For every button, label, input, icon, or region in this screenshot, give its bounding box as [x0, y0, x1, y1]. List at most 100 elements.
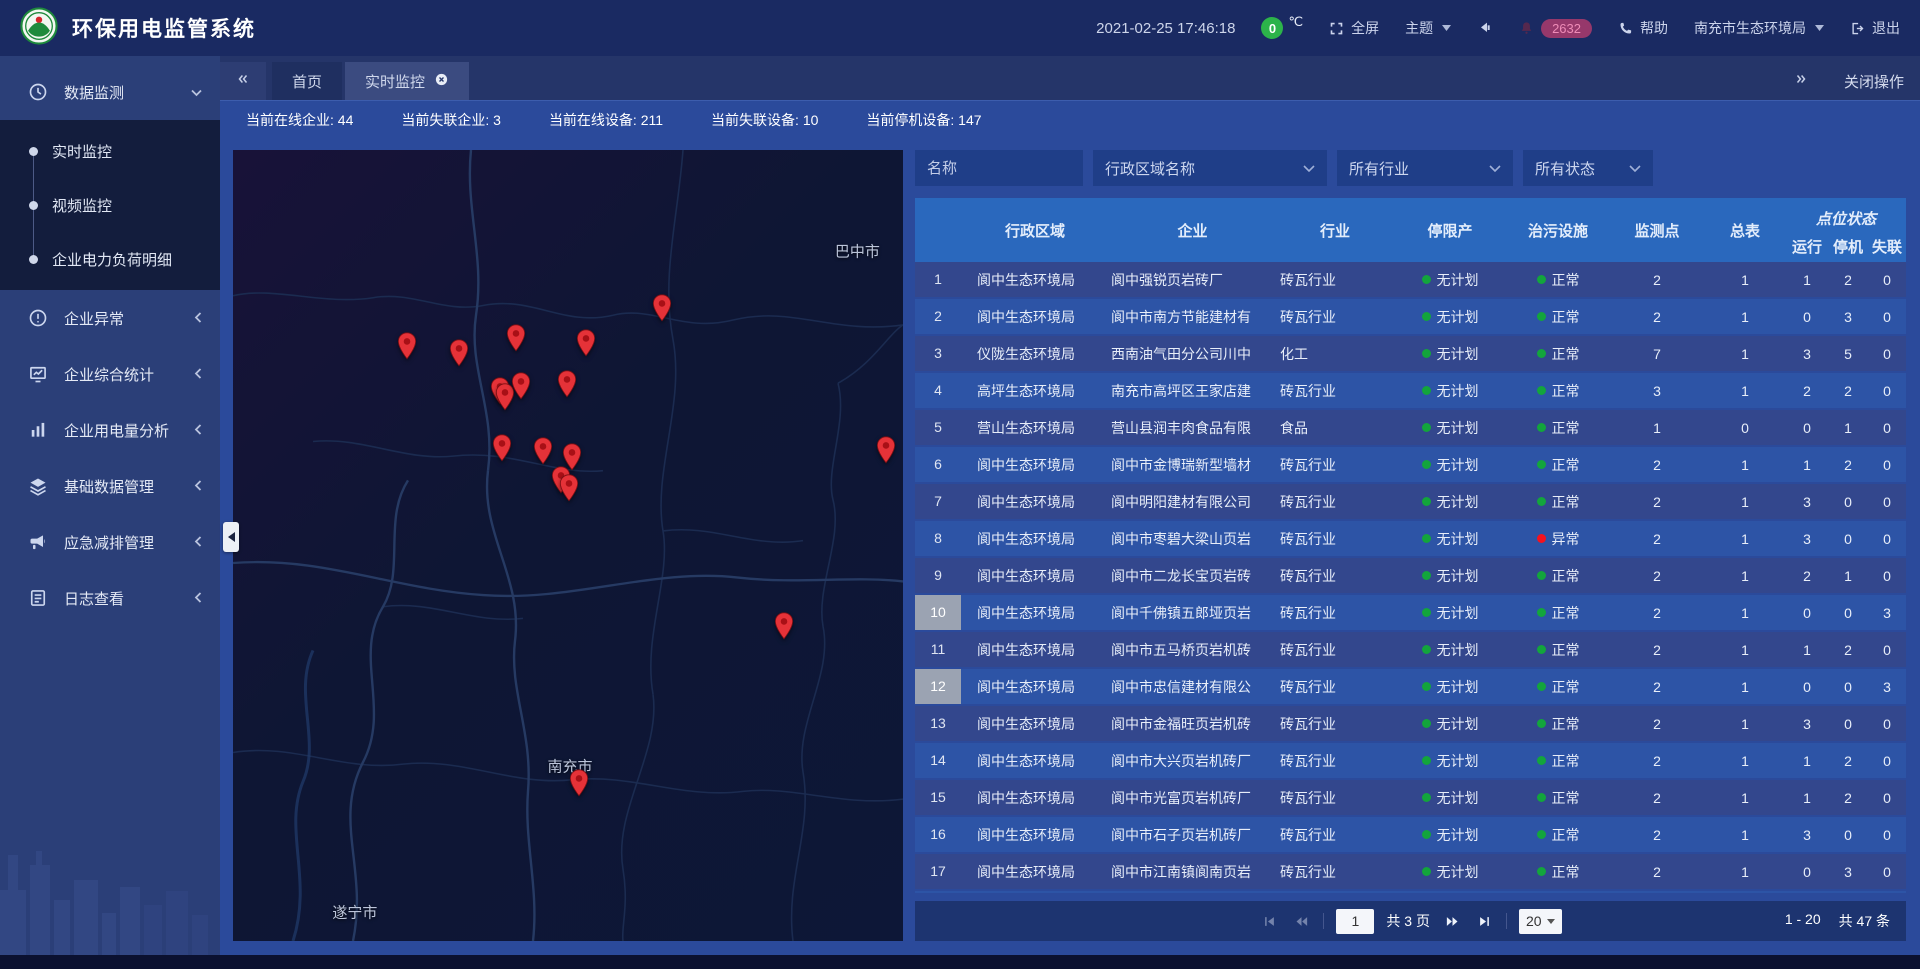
previous-page-icon[interactable] — [1291, 914, 1311, 929]
sidebar-subitem[interactable]: 视频监控 — [0, 178, 220, 232]
map-marker-pin[interactable] — [511, 372, 531, 400]
map-collapse-handle[interactable] — [223, 522, 239, 552]
table-row[interactable]: 13 阆中生态环境局 阆中市金福旺页岩机砖 砖瓦行业 无计划 正常 2 1 3 … — [915, 706, 1906, 741]
map-marker-pin[interactable] — [569, 769, 589, 797]
temperature-value-badge: 0 — [1261, 17, 1283, 39]
cell-industry: 食品 — [1276, 418, 1394, 438]
table-row[interactable]: 6 阆中生态环境局 阆中市金博瑞新型墙材 砖瓦行业 无计划 正常 2 1 1 2… — [915, 447, 1906, 482]
cell-company: 阆中市金福旺页岩机砖 — [1109, 714, 1276, 734]
map-marker-pin[interactable] — [397, 332, 417, 360]
name-search-input[interactable] — [915, 150, 1083, 186]
table-row[interactable]: 12 阆中生态环境局 阆中市忠信建材有限公 砖瓦行业 无计划 正常 2 1 0 … — [915, 669, 1906, 704]
sidebar-item[interactable]: 企业综合统计 — [0, 346, 220, 402]
industry-select[interactable]: 所有行业 — [1337, 150, 1513, 186]
map-marker-pin[interactable] — [506, 324, 526, 352]
sidebar-item[interactable]: 企业用电量分析 — [0, 402, 220, 458]
sidebar-item[interactable]: 数据监测 — [0, 64, 220, 120]
table-row[interactable]: 17 阆中生态环境局 阆中市江南镇阆南页岩 砖瓦行业 无计划 正常 2 1 0 … — [915, 854, 1906, 889]
status-dot-icon — [1537, 867, 1546, 876]
first-page-icon[interactable] — [1259, 914, 1279, 929]
fullscreen-icon — [1329, 21, 1344, 36]
cell-monitor-points: 2 — [1610, 716, 1704, 732]
tabs-scroll-right-button[interactable] — [1778, 62, 1824, 100]
map-marker-pin[interactable] — [876, 436, 896, 464]
page-number-input[interactable] — [1336, 909, 1374, 934]
stats-bar: 当前在线企业: 44当前失联企业: 3当前在线设备: 211当前失联设备: 10… — [220, 100, 1920, 138]
sidebar-subitem[interactable]: 实时监控 — [0, 124, 220, 178]
cell-total-meters: 1 — [1704, 679, 1786, 695]
table-row[interactable]: 4 高坪生态环境局 南充市高坪区王家店建 砖瓦行业 无计划 正常 3 1 2 2… — [915, 373, 1906, 408]
sidebar-subitem[interactable]: 企业电力负荷明细 — [0, 232, 220, 286]
table-row[interactable]: 9 阆中生态环境局 阆中市二龙长宝页岩砖 砖瓦行业 无计划 正常 2 1 2 1… — [915, 558, 1906, 593]
chevrons-right-icon — [1794, 72, 1808, 91]
mute-speaker-button[interactable] — [1477, 20, 1493, 36]
next-page-icon[interactable] — [1442, 914, 1462, 929]
help-button[interactable]: 帮助 — [1618, 18, 1668, 38]
table-row[interactable]: 10 阆中生态环境局 阆中千佛镇五郎垭页岩 砖瓦行业 无计划 正常 2 1 0 … — [915, 595, 1906, 630]
tab-home[interactable]: 首页 — [272, 62, 342, 100]
table-row[interactable]: 2 阆中生态环境局 阆中市南方节能建材有 砖瓦行业 无计划 正常 2 1 0 3… — [915, 299, 1906, 334]
sidebar-item[interactable]: 基础数据管理 — [0, 458, 220, 514]
tab-realtime-monitoring[interactable]: 实时监控 — [345, 62, 469, 100]
map-marker-pin[interactable] — [559, 474, 579, 502]
page-size-select[interactable]: 20 — [1519, 909, 1562, 934]
cell-running-count: 1 — [1786, 272, 1828, 288]
fullscreen-button[interactable]: 全屏 — [1329, 18, 1379, 38]
cell-region: 营山生态环境局 — [961, 418, 1109, 438]
theme-dropdown[interactable]: 主题 — [1405, 18, 1451, 38]
status-dot-icon — [1422, 386, 1431, 395]
sidebar-item[interactable]: 日志查看 — [0, 570, 220, 626]
close-tab-icon[interactable] — [434, 72, 449, 91]
col-pollution-facility: 治污设施 — [1506, 220, 1610, 241]
table-row[interactable]: 1 阆中生态环境局 阆中强锐页岩砖厂 砖瓦行业 无计划 正常 2 1 1 2 0 — [915, 262, 1906, 297]
table-row[interactable]: 7 阆中生态环境局 阆中明阳建材有限公司 砖瓦行业 无计划 正常 2 1 3 0… — [915, 484, 1906, 519]
notifications-button[interactable]: 2632 — [1519, 19, 1592, 38]
cell-disconnected-count: 0 — [1868, 642, 1906, 658]
pagination-bar: 共 3 页 20 — [915, 901, 1906, 941]
cell-stopped-count: 0 — [1828, 679, 1868, 695]
table-row[interactable]: 5 营山生态环境局 营山县润丰肉食品有限 食品 无计划 正常 1 0 0 1 0 — [915, 410, 1906, 445]
last-page-icon[interactable] — [1474, 914, 1494, 929]
cell-limit-production: 无计划 — [1394, 566, 1506, 586]
tabs-scroll-left-button[interactable] — [220, 62, 266, 100]
org-dropdown[interactable]: 南充市生态环境局 — [1694, 18, 1824, 38]
table-row[interactable]: 15 阆中生态环境局 阆中市光富页岩机砖厂 砖瓦行业 无计划 正常 2 1 1 … — [915, 780, 1906, 815]
close-operations-button[interactable]: 关闭操作 — [1844, 62, 1904, 100]
chevron-down-icon — [191, 84, 202, 101]
map-marker-pin[interactable] — [576, 329, 596, 357]
alert-circle-icon — [28, 308, 48, 328]
map-marker-pin[interactable] — [492, 434, 512, 462]
table-row[interactable]: 3 仪陇生态环境局 西南油气田分公司川中 化工 无计划 正常 7 1 3 5 0 — [915, 336, 1906, 371]
sidebar-item-label: 企业用电量分析 — [64, 420, 169, 441]
cell-stopped-count: 0 — [1828, 531, 1868, 547]
chevrons-left-icon — [236, 72, 250, 91]
map-marker-pin[interactable] — [449, 339, 469, 367]
tab-bar: 首页 实时监控 — [220, 56, 1920, 100]
map-marker-pin[interactable] — [557, 370, 577, 398]
chevron-left-icon — [194, 478, 202, 495]
table-row[interactable]: 18 南部生态环境局 南部县双佛土陶有限公 砖瓦行业 无计划 正常 2 1 0 … — [915, 891, 1906, 893]
map-panel[interactable]: 巴中市南充市遂宁市 — [233, 150, 903, 941]
map-marker-pin[interactable] — [652, 294, 672, 322]
cell-region: 阆中生态环境局 — [961, 307, 1109, 327]
chevron-down-icon — [1303, 160, 1315, 177]
sidebar-item[interactable]: 应急减排管理 — [0, 514, 220, 570]
logout-button[interactable]: 退出 — [1850, 18, 1900, 38]
org-name: 南充市生态环境局 — [1694, 18, 1806, 38]
sidebar-item[interactable]: 企业异常 — [0, 290, 220, 346]
table-row[interactable]: 11 阆中生态环境局 阆中市五马桥页岩机砖 砖瓦行业 无计划 正常 2 1 1 … — [915, 632, 1906, 667]
cell-pollution-facility: 正常 — [1506, 788, 1610, 808]
region-select[interactable]: 行政区域名称 — [1093, 150, 1327, 186]
enterprise-table: 行政区域 企业 行业 停限产 治污设施 监测点 总表 点位状态 运行 — [915, 198, 1906, 893]
table-row[interactable]: 8 阆中生态环境局 阆中市枣碧大梁山页岩 砖瓦行业 无计划 异常 2 1 3 0… — [915, 521, 1906, 556]
table-row[interactable]: 14 阆中生态环境局 阆中市大兴页岩机砖厂 砖瓦行业 无计划 正常 2 1 1 … — [915, 743, 1906, 778]
map-marker-pin[interactable] — [533, 437, 553, 465]
cell-region: 阆中生态环境局 — [961, 862, 1109, 882]
status-select[interactable]: 所有状态 — [1523, 150, 1653, 186]
cell-running-count: 0 — [1786, 864, 1828, 880]
cell-disconnected-count: 0 — [1868, 716, 1906, 732]
cell-total-meters: 1 — [1704, 383, 1786, 399]
table-row[interactable]: 16 阆中生态环境局 阆中市石子页岩机砖厂 砖瓦行业 无计划 正常 2 1 3 … — [915, 817, 1906, 852]
map-marker-pin[interactable] — [774, 612, 794, 640]
sidebar-item-label: 基础数据管理 — [64, 476, 154, 497]
